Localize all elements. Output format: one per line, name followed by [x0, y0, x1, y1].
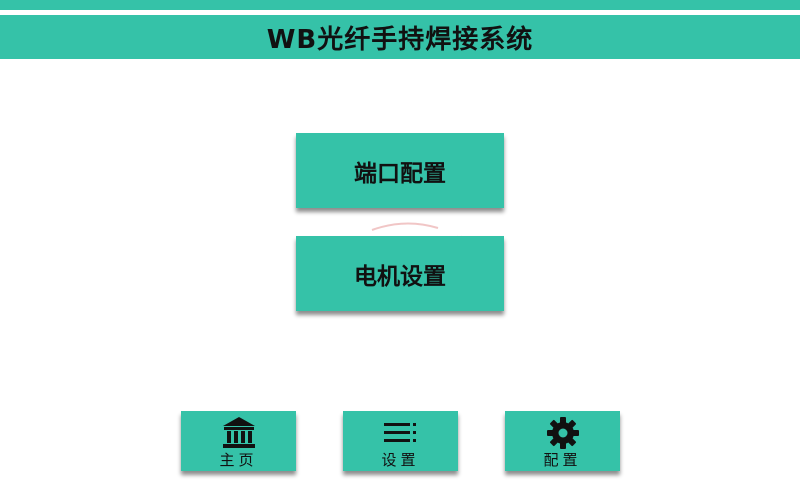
- nav-settings-button[interactable]: 设置: [343, 411, 458, 471]
- nav-config-label: 配置: [543, 451, 582, 469]
- nav-home-button[interactable]: 主页: [181, 411, 296, 471]
- list-icon: [383, 415, 418, 451]
- port-config-label: 端口配置: [354, 160, 446, 187]
- top-stripe: [0, 0, 800, 10]
- gear-icon: [546, 415, 580, 451]
- page-title: WB光纤手持焊接系统: [266, 24, 534, 55]
- nav-settings-label: 设置: [381, 451, 420, 469]
- nav-config-button[interactable]: 配置: [505, 411, 620, 471]
- screen: WB光纤手持焊接系统 端口配置 SCLASER双成激光 电机设置 主页: [0, 0, 800, 480]
- nav-home-label: 主页: [219, 451, 258, 469]
- title-bar: WB光纤手持焊接系统: [0, 15, 800, 59]
- port-config-button[interactable]: 端口配置: [296, 133, 504, 208]
- bank-icon: [221, 415, 257, 451]
- motor-settings-label: 电机设置: [354, 263, 446, 290]
- motor-settings-button[interactable]: 电机设置: [296, 236, 504, 311]
- watermark-swoosh: [371, 222, 439, 231]
